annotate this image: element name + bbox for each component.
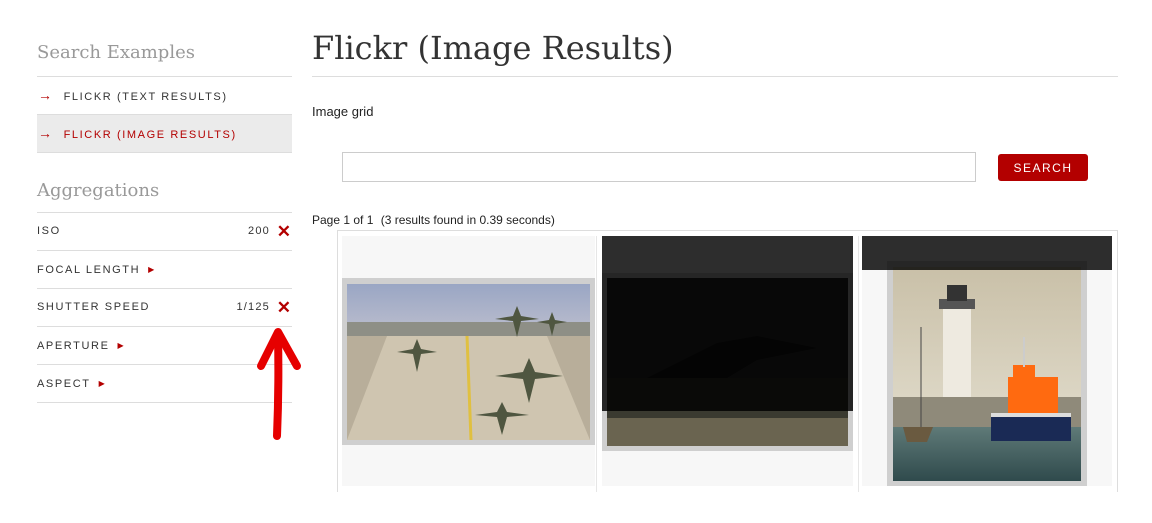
expand-triangle-icon: ▶	[117, 341, 126, 350]
search-examples-heading: Search Examples	[37, 0, 292, 77]
search-button[interactable]: SEARCH	[998, 154, 1088, 181]
arrow-right-icon: →	[38, 125, 54, 141]
aggregation-label: ASPECT	[37, 378, 91, 390]
grid-divider	[858, 236, 859, 492]
result-info: (3 results found in 0.39 seconds)	[380, 213, 555, 227]
grid-divider	[596, 236, 597, 492]
image-cell[interactable]	[342, 236, 595, 486]
expand-triangle-icon: ▶	[148, 265, 156, 274]
aggregation-label: FOCAL LENGTH	[37, 264, 141, 276]
aggregations-heading: Aggregations	[37, 153, 292, 213]
aggregation-label: APERTURE	[37, 340, 110, 352]
aggregation-value: 200	[248, 225, 270, 237]
sidebar: Search Examples → FLICKR (TEXT RESULTS) →…	[37, 0, 292, 403]
page-title: Flickr (Image Results)	[312, 0, 1118, 77]
nav-item-flickr-text[interactable]: → FLICKR (TEXT RESULTS)	[37, 77, 292, 115]
aggregation-aspect[interactable]: ASPECT ▶	[37, 365, 292, 403]
page-indicator: Page 1 of 1	[312, 213, 374, 227]
image-thumbnail[interactable]	[347, 284, 590, 440]
pager: Page 1 of 1 (3 results found in 0.39 sec…	[312, 213, 555, 227]
annotation-arrow-icon	[257, 328, 301, 440]
remove-filter-icon[interactable]: ✕	[277, 289, 291, 326]
image-hover-overlay	[862, 236, 1112, 270]
image-cell[interactable]	[602, 236, 853, 486]
aggregation-iso[interactable]: ISO 200 ✕	[37, 213, 292, 251]
image-thumbnail[interactable]	[893, 267, 1081, 481]
aggregation-value: 1/125	[236, 301, 270, 313]
aggregation-label: ISO	[37, 225, 61, 237]
image-grid	[337, 230, 1118, 492]
aggregation-shutter-speed[interactable]: SHUTTER SPEED 1/125 ✕	[37, 289, 292, 327]
expand-triangle-icon: ▶	[98, 379, 107, 388]
image-hover-overlay	[602, 236, 853, 411]
nav-item-label: FLICKR (IMAGE RESULTS)	[63, 129, 237, 141]
aggregation-focal-length[interactable]: FOCAL LENGTH ▶	[37, 251, 292, 289]
aggregation-aperture[interactable]: APERTURE ▶	[37, 327, 292, 365]
search-input[interactable]	[342, 152, 976, 182]
image-cell[interactable]	[862, 236, 1112, 486]
aggregation-label: SHUTTER SPEED	[37, 301, 151, 313]
nav-item-flickr-image[interactable]: → FLICKR (IMAGE RESULTS)	[37, 115, 292, 153]
image-grid-label: Image grid	[312, 104, 374, 119]
nav-item-label: FLICKR (TEXT RESULTS)	[63, 91, 228, 103]
arrow-right-icon: →	[38, 87, 54, 103]
main-content: Flickr (Image Results) Image grid SEARCH…	[312, 0, 1118, 492]
remove-filter-icon[interactable]: ✕	[277, 213, 291, 250]
